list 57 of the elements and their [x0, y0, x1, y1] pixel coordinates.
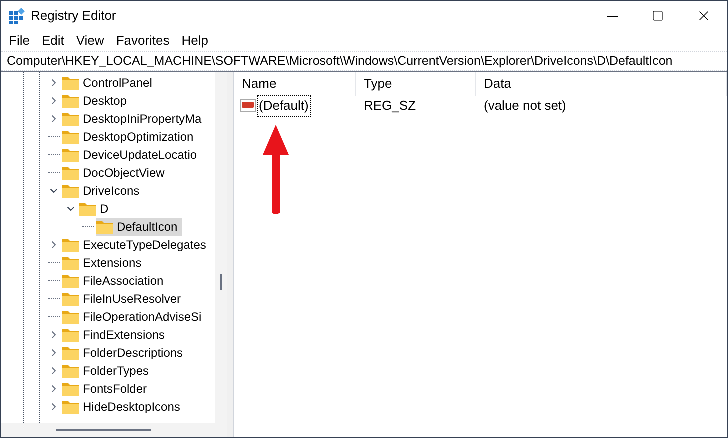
column-header[interactable]: Data: [476, 72, 727, 96]
folder-icon: [62, 292, 79, 306]
folder-icon: [62, 328, 79, 342]
folder-icon: [62, 400, 79, 414]
folder-icon: [62, 256, 79, 270]
folder-icon: [62, 346, 79, 360]
tree-item[interactable]: DefaultIcon: [96, 218, 182, 236]
tree-item[interactable]: DesktopOptimization: [62, 128, 198, 146]
scrollbar-thumb[interactable]: [220, 274, 222, 290]
folder-icon: [62, 238, 79, 252]
table-cell-text: (value not set): [483, 97, 568, 116]
tree-item[interactable]: DeviceUpdateLocatio: [62, 146, 202, 164]
column-header[interactable]: Type: [356, 72, 476, 96]
tree-item[interactable]: FolderTypes: [62, 362, 154, 380]
tree-item[interactable]: FileAssociation: [62, 272, 168, 290]
menu-item[interactable]: View: [70, 31, 110, 51]
window-title: Registry Editor: [31, 7, 116, 26]
tree-item[interactable]: DocObjectView: [62, 164, 169, 182]
horizontal-scrollbar[interactable]: [1, 423, 227, 437]
folder-icon: [62, 166, 79, 180]
folder-icon: [62, 382, 79, 396]
folder-icon: [62, 148, 79, 162]
tree-item[interactable]: DesktopIniPropertyMa: [62, 110, 206, 128]
folder-icon: [62, 310, 79, 324]
address-bar[interactable]: Computer\HKEY_LOCAL_MACHINE\SOFTWARE\Microsoft\Windows\CurrentVersion\Explorer\DriveIcons\D\DefaultIcon: [1, 51, 727, 71]
tree-item[interactable]: FileOperationAdviseSi: [62, 308, 206, 326]
folder-icon: [96, 220, 113, 234]
tree-item[interactable]: HideDesktopIcons: [62, 398, 184, 416]
folder-icon: [62, 94, 79, 108]
column-header[interactable]: Name: [234, 72, 356, 96]
tree-item[interactable]: ControlPanel: [62, 74, 156, 92]
folder-icon: [62, 76, 79, 90]
folder-icon: [62, 184, 79, 198]
menu-item[interactable]: Help: [176, 31, 215, 51]
folder-icon: [62, 364, 79, 378]
maximize-icon: [652, 10, 664, 22]
tree-item[interactable]: Extensions: [62, 254, 146, 272]
menu-item[interactable]: Edit: [36, 31, 70, 51]
folder-icon: [62, 274, 79, 288]
tree-item[interactable]: Desktop: [62, 92, 132, 110]
value-name[interactable]: (Default): [258, 96, 310, 116]
app-icon: [9, 8, 25, 24]
menu-item[interactable]: File: [3, 31, 36, 51]
tree-item[interactable]: FontsFolder: [62, 380, 152, 398]
menu-item[interactable]: Favorites: [110, 31, 176, 51]
folder-icon: [62, 130, 79, 144]
folder-icon: [62, 112, 79, 126]
tree-item[interactable]: FileInUseResolver: [62, 290, 186, 308]
tree-item[interactable]: D: [79, 200, 113, 218]
string-value-icon: [240, 99, 256, 113]
scrollbar-thumb[interactable]: [56, 429, 151, 431]
tree-item[interactable]: DriveIcons: [62, 182, 144, 200]
tree-item[interactable]: FolderDescriptions: [62, 344, 188, 362]
table-cell-text: REG_SZ: [363, 97, 418, 116]
tree-item[interactable]: ExecuteTypeDelegates: [62, 236, 210, 254]
tree-item[interactable]: FindExtensions: [62, 326, 170, 344]
folder-icon: [79, 202, 96, 216]
